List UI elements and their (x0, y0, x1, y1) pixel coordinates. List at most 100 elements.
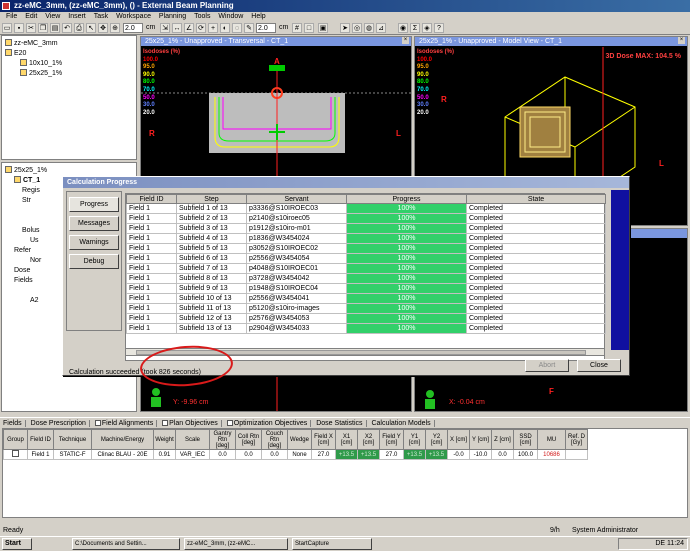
fields-col-14[interactable]: Y1 [cm] (403, 429, 426, 450)
rotate-icon[interactable]: ⟳ (196, 23, 206, 33)
language-indicator[interactable]: DE (655, 540, 665, 547)
tree-course[interactable]: E20 (5, 49, 26, 58)
calculation-row[interactable]: Field 1 Subfield 7 of 13 p4048@S10IROEC01 1… (126, 263, 606, 274)
group-checkbox[interactable] (12, 450, 19, 457)
warnings-tab-button[interactable]: Warnings (69, 235, 119, 250)
menu-tools[interactable]: Tools (194, 13, 210, 20)
calculation-row[interactable]: Field 1 Subfield 12 of 13 p2576@W3454053 10… (126, 313, 606, 324)
tree2-item-bolus[interactable]: Bolus (22, 226, 40, 235)
calculation-row[interactable]: Field 1 Subfield 2 of 13 p2140@s10iroec05 1… (126, 213, 606, 224)
tree2-ct[interactable]: CT_1 (14, 176, 40, 185)
fields-col-0[interactable]: Group (3, 429, 28, 450)
fields-col-4[interactable]: Weight (153, 429, 176, 450)
fields-col-20[interactable]: MU (537, 429, 566, 450)
measure-icon[interactable]: ↔ (172, 23, 182, 33)
iso-icon[interactable]: ◍ (364, 23, 374, 33)
tree2-item-fields[interactable]: Fields (14, 276, 33, 285)
task-eclipse[interactable]: zz-eMC_3mm, (zz-eMC... (184, 538, 288, 550)
tab-field-alignments[interactable]: Field Alignments (91, 420, 158, 427)
tree-plan-10x10[interactable]: 10x10_1% (20, 59, 62, 68)
menu-help[interactable]: Help (251, 13, 265, 20)
pointer-icon[interactable]: ➤ (340, 23, 350, 33)
dose-icon[interactable]: ◎ (352, 23, 362, 33)
save-icon[interactable]: ▪ (14, 23, 24, 33)
calculation-row[interactable]: Field 1 Subfield 1 of 13 p3336@S10IROEC03 1… (126, 203, 606, 214)
help-icon[interactable]: ? (434, 23, 444, 33)
tree-root[interactable]: zz-eMC_3mm (5, 39, 58, 48)
col-field-id[interactable]: Field ID (126, 194, 177, 204)
calculation-row[interactable]: Field 1 Subfield 13 of 13 p2904@W3454033 10… (126, 323, 606, 334)
contour-icon[interactable]: ◌ (232, 23, 242, 33)
menu-view[interactable]: View (45, 13, 60, 20)
checkbox-icon[interactable] (94, 420, 101, 426)
fields-col-11[interactable]: X1 [cm] (335, 429, 358, 450)
fields-col-8[interactable]: Couch Rtn [deg] (261, 429, 288, 450)
tree2-item-structures[interactable]: Str (22, 196, 31, 205)
calculation-row[interactable]: Field 1 Subfield 9 of 13 p1948@S10IROEC04 1… (126, 283, 606, 294)
abort-button[interactable]: Abort (525, 359, 569, 372)
zoom-icon[interactable]: ⊕ (110, 23, 120, 33)
pan-icon[interactable]: ✥ (98, 23, 108, 33)
tab-dose-statistics[interactable]: Dose Statistics (313, 420, 367, 427)
fields-col-18[interactable]: Z [cm] (491, 429, 514, 450)
progress-tab-button[interactable]: Progress (69, 197, 119, 212)
fields-col-13[interactable]: Field Y [cm] (379, 429, 404, 450)
fields-col-7[interactable]: Coll Rtn [deg] (235, 429, 262, 450)
fields-col-6[interactable]: Gantry Rtn [deg] (209, 429, 236, 450)
calc-icon[interactable]: Σ (410, 23, 420, 33)
messages-tab-button[interactable]: Messages (69, 216, 119, 231)
window-level-icon[interactable]: ◐ (220, 23, 230, 33)
tab-dose-prescription[interactable]: Dose Prescription (27, 420, 90, 427)
brush-icon[interactable]: ✎ (244, 23, 254, 33)
menu-planning[interactable]: Planning (159, 13, 186, 20)
crosshair-icon[interactable]: + (208, 23, 218, 33)
fields-col-12[interactable]: X2 [cm] (357, 429, 380, 450)
tree2-plan[interactable]: 25x25_1% (5, 166, 47, 175)
beam-icon[interactable]: ⊿ (376, 23, 386, 33)
fields-col-5[interactable]: Scale (175, 429, 210, 450)
tab-plan-objectives[interactable]: Plan Objectives (159, 420, 222, 427)
cut-icon[interactable]: ✂ (26, 23, 36, 33)
tree2-item-a2[interactable]: A2 (30, 296, 39, 305)
tree2-item-reference[interactable]: Refer (14, 246, 31, 255)
fields-col-9[interactable]: Wedge (287, 429, 312, 450)
fields-col-17[interactable]: Y [cm] (469, 429, 492, 450)
task-startcapture[interactable]: StartCapture (292, 538, 372, 550)
menu-file[interactable]: File (6, 13, 17, 20)
col-servant[interactable]: Servant (246, 194, 347, 204)
view3d-icon[interactable]: ◈ (422, 23, 432, 33)
angle-icon[interactable]: ∠ (184, 23, 194, 33)
arrow-icon[interactable]: ↖ (86, 23, 96, 33)
calculation-row[interactable]: Field 1 Subfield 11 of 13 p5120@s10iro-ima… (126, 303, 606, 314)
fields-col-21[interactable]: Ref. D [Gy] (565, 429, 588, 450)
col-progress[interactable]: Progress (346, 194, 467, 204)
tree2-item-registration[interactable]: Regis (22, 186, 40, 195)
debug-tab-button[interactable]: Debug (69, 254, 119, 269)
col-state[interactable]: State (466, 194, 606, 204)
zoom-value-input[interactable]: 2.0 (123, 23, 143, 33)
menu-window[interactable]: Window (218, 13, 243, 20)
calculation-row[interactable]: Field 1 Subfield 6 of 13 p2556@W3454054 100… (126, 253, 606, 264)
fields-col-19[interactable]: SSD [cm] (513, 429, 538, 450)
fields-col-16[interactable]: X [cm] (447, 429, 470, 450)
tree2-item-dose[interactable]: Dose (14, 266, 30, 275)
field-icon[interactable]: □ (304, 23, 314, 33)
layout-icon[interactable]: ▣ (318, 23, 328, 33)
tab-optimization-objectives[interactable]: Optimization Objectives (223, 420, 312, 427)
tab-calculation-models[interactable]: Calculation Models (368, 420, 435, 427)
fields-col-3[interactable]: Machine/Energy (91, 429, 154, 450)
zoom-value2-input[interactable]: 2.0 (256, 23, 276, 33)
fields-col-10[interactable]: Field X [cm] (311, 429, 336, 450)
tree2-item-user[interactable]: Us (30, 236, 39, 245)
undo-icon[interactable]: ↶ (62, 23, 72, 33)
tree-plan-25x25[interactable]: 25x25_1% (20, 69, 62, 78)
fields-col-2[interactable]: Technique (53, 429, 92, 450)
calculation-row[interactable]: Field 1 Subfield 8 of 13 p3728@W3454042 100… (126, 273, 606, 284)
fields-col-1[interactable]: Field ID (27, 429, 54, 450)
menu-task[interactable]: Task (94, 13, 108, 20)
calculation-row[interactable]: Field 1 Subfield 4 of 13 p1836@W3454024 100… (126, 233, 606, 244)
print-icon[interactable]: ⎙ (74, 23, 84, 33)
field-row[interactable]: Field 1 STATIC-F Clinac BLAU - 20E 0.91 VAR_… (3, 449, 588, 460)
grid-icon[interactable]: # (292, 23, 302, 33)
task-explorer[interactable]: C:\Documents and Settin... (72, 538, 180, 550)
